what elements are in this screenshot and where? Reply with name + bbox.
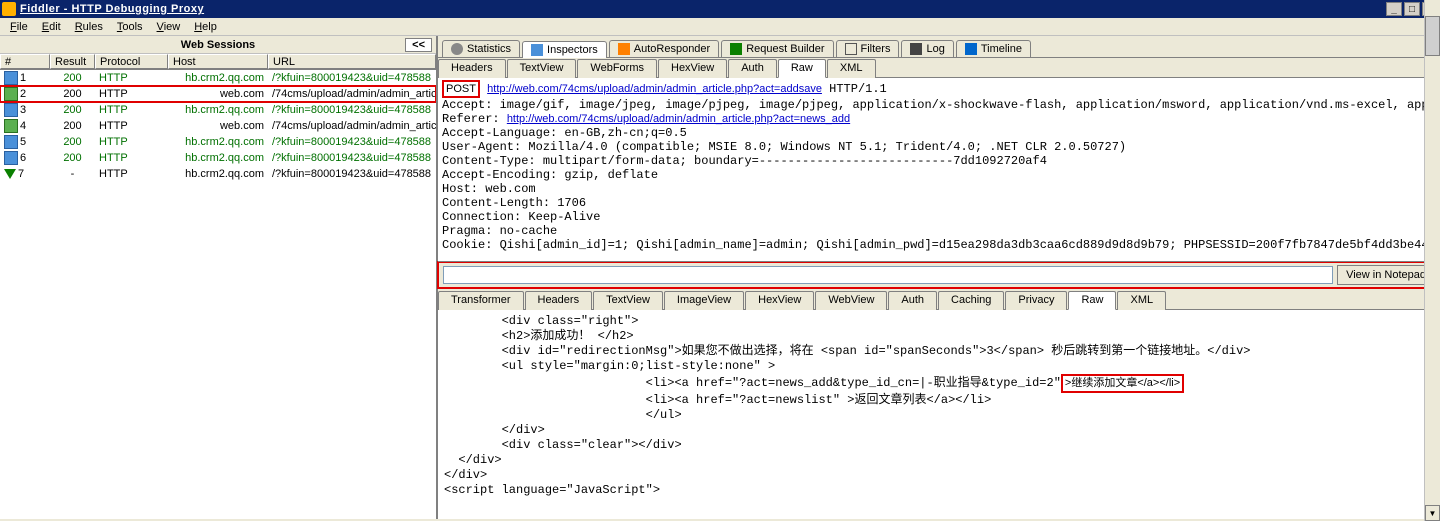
view-in-notepad-button[interactable]: View in Notepad	[1337, 265, 1435, 285]
search-input[interactable]	[443, 266, 1333, 284]
resp-tab-transformer[interactable]: Transformer	[438, 291, 524, 310]
tab-inspectors[interactable]: Inspectors	[522, 41, 607, 58]
method-highlight: POST	[442, 80, 480, 98]
resp-tab-privacy[interactable]: Privacy	[1005, 291, 1067, 310]
tab-log[interactable]: Log	[901, 40, 953, 57]
inspector-pane: StatisticsInspectorsAutoResponderRequest…	[438, 36, 1440, 519]
session-row[interactable]: 3200HTTPhb.crm2.qq.com/?kfuin=800019423&…	[0, 102, 436, 118]
sessions-grid-body[interactable]: 1200HTTPhb.crm2.qq.com/?kfuin=800019423&…	[0, 70, 436, 519]
resp-tab-textview[interactable]: TextView	[593, 291, 663, 310]
resp-tab-hexview[interactable]: HexView	[745, 291, 814, 310]
resp-tab-imageview[interactable]: ImageView	[664, 291, 744, 310]
req-tab-textview[interactable]: TextView	[507, 59, 577, 78]
response-highlight: >继续添加文章</a></li>	[1061, 374, 1184, 393]
session-row[interactable]: 2200HTTPweb.com/74cms/upload/admin/admin…	[0, 86, 436, 102]
menu-elp[interactable]: Help	[188, 21, 223, 33]
main-split: Web Sessions << # Result Protocol Host U…	[0, 36, 1440, 519]
col-result[interactable]: Result	[50, 54, 95, 69]
req-tab-headers[interactable]: Headers	[438, 59, 506, 78]
col-host[interactable]: Host	[168, 54, 268, 69]
session-row[interactable]: 6200HTTPhb.crm2.qq.com/?kfuin=800019423&…	[0, 150, 436, 166]
auto-icon	[618, 43, 630, 55]
response-tabs: TransformerHeadersTextViewImageViewHexVi…	[438, 290, 1440, 310]
insp-icon	[531, 44, 543, 56]
web-sessions-title: Web Sessions	[181, 39, 255, 51]
session-row[interactable]: 4200HTTPweb.com/74cms/upload/admin/admin…	[0, 118, 436, 134]
app-icon	[2, 2, 16, 16]
scroll-down-icon[interactable]: ▼	[1425, 505, 1440, 519]
collapse-button[interactable]: <<	[405, 38, 432, 52]
request-tabs: HeadersTextViewWebFormsHexViewAuthRawXML	[438, 58, 1440, 78]
search-row: View in Notepad	[438, 262, 1440, 288]
req-tab-xml[interactable]: XML	[827, 59, 876, 78]
resp-tab-auth[interactable]: Auth	[888, 291, 937, 310]
image-icon	[4, 119, 18, 133]
session-row[interactable]: 5200HTTPhb.crm2.qq.com/?kfuin=800019423&…	[0, 134, 436, 150]
title-bar: Fiddler - HTTP Debugging Proxy _ □ ×	[0, 0, 1440, 18]
maximize-button[interactable]: □	[1404, 2, 1420, 16]
referer-link[interactable]: http://web.com/74cms/upload/admin/admin_…	[507, 113, 850, 125]
minimize-button[interactable]: _	[1386, 2, 1402, 16]
main-tabs: StatisticsInspectorsAutoResponderRequest…	[438, 36, 1440, 58]
req-tab-webforms[interactable]: WebForms	[577, 59, 657, 78]
download-icon	[4, 169, 16, 179]
menu-ools[interactable]: Tools	[111, 21, 149, 33]
stats-icon	[451, 43, 463, 55]
menu-bar: FileEditRulesToolsViewHelp	[0, 18, 1440, 36]
scrollbar[interactable]: ▲ ▼	[1424, 310, 1440, 519]
resp-tab-headers[interactable]: Headers	[525, 291, 593, 310]
resp-tab-caching[interactable]: Caching	[938, 291, 1004, 310]
req-tab-auth[interactable]: Auth	[728, 59, 777, 78]
request-url-link[interactable]: http://web.com/74cms/upload/admin/admin_…	[487, 83, 822, 95]
tab-request-builder[interactable]: Request Builder	[721, 40, 833, 57]
req-tab-raw[interactable]: Raw	[778, 59, 826, 78]
menu-iew[interactable]: View	[151, 21, 187, 33]
log-icon	[910, 43, 922, 55]
tab-timeline[interactable]: Timeline	[956, 40, 1031, 57]
web-sessions-header: Web Sessions <<	[0, 36, 436, 54]
tab-statistics[interactable]: Statistics	[442, 40, 520, 57]
sessions-grid-header: # Result Protocol Host URL	[0, 54, 436, 70]
window-title: Fiddler - HTTP Debugging Proxy	[20, 3, 204, 15]
resp-tab-webview[interactable]: WebView	[815, 291, 887, 310]
document-icon	[4, 103, 18, 117]
tab-filters[interactable]: Filters	[836, 40, 900, 57]
tab-autoresponder[interactable]: AutoResponder	[609, 40, 719, 57]
response-raw-pane[interactable]: <div class="right"> <h2>添加成功！ </h2> <div…	[438, 310, 1440, 519]
document-icon	[4, 151, 18, 165]
session-row[interactable]: 1200HTTPhb.crm2.qq.com/?kfuin=800019423&…	[0, 70, 436, 86]
col-protocol[interactable]: Protocol	[95, 54, 168, 69]
image-icon	[4, 87, 18, 101]
menu-ules[interactable]: Rules	[69, 21, 109, 33]
web-sessions-pane: Web Sessions << # Result Protocol Host U…	[0, 36, 438, 519]
request-raw-pane[interactable]: POST http://web.com/74cms/upload/admin/a…	[438, 78, 1440, 262]
menu-dit[interactable]: Edit	[36, 21, 67, 33]
resp-tab-raw[interactable]: Raw	[1068, 291, 1116, 310]
session-row[interactable]: 7-HTTPhb.crm2.qq.com/?kfuin=800019423&ui…	[0, 166, 436, 182]
req-icon	[730, 43, 742, 55]
req-tab-hexview[interactable]: HexView	[658, 59, 727, 78]
resp-tab-xml[interactable]: XML	[1117, 291, 1166, 310]
col-num[interactable]: #	[0, 54, 50, 69]
menu-ile[interactable]: File	[4, 21, 34, 33]
document-icon	[4, 71, 18, 85]
document-icon	[4, 135, 18, 149]
col-url[interactable]: URL	[268, 54, 436, 69]
filt-icon	[845, 43, 857, 55]
time-icon	[965, 43, 977, 55]
